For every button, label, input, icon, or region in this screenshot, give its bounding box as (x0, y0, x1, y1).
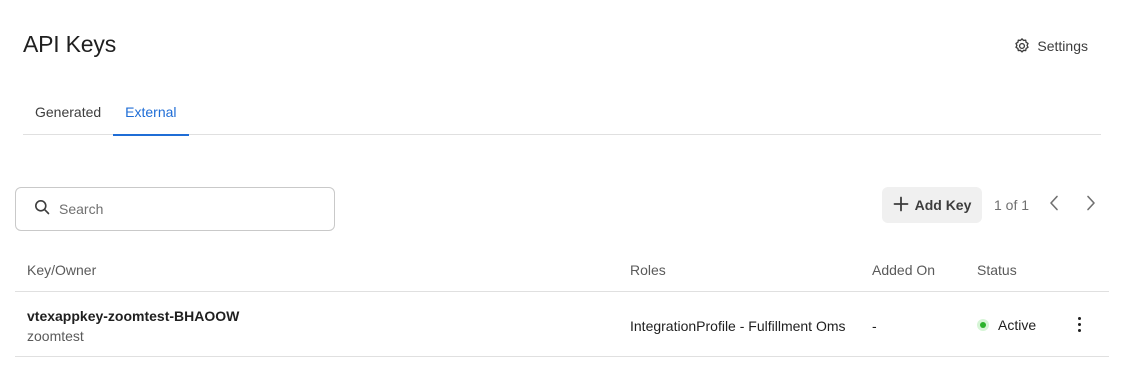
column-header-roles[interactable]: Roles (630, 262, 666, 278)
api-keys-page: API Keys Settings Generated External Sea… (0, 0, 1128, 374)
kebab-dot-icon (1077, 322, 1081, 326)
kebab-dot-icon (1077, 316, 1081, 320)
table-header: Key/Owner Roles Added On Status (15, 248, 1109, 292)
key-owner: zoomtest (27, 328, 84, 344)
search-input[interactable] (59, 201, 299, 217)
status-badge: Active (977, 317, 1036, 333)
chevron-right-icon (1086, 195, 1096, 216)
gear-icon (1013, 37, 1031, 55)
tab-bar: Generated External (23, 94, 1101, 136)
settings-label: Settings (1037, 38, 1088, 54)
column-header-added-on[interactable]: Added On (872, 262, 935, 278)
add-key-button[interactable]: Add Key (882, 187, 982, 223)
tab-generated[interactable]: Generated (23, 94, 113, 135)
api-keys-table: Key/Owner Roles Added On Status vtexappk… (15, 248, 1109, 357)
row-actions-menu-button[interactable] (1069, 314, 1089, 334)
key-name: vtexappkey-zoomtest-BHAOOW (27, 308, 240, 324)
page-title: API Keys (23, 31, 116, 57)
previous-page-button[interactable] (1045, 195, 1063, 216)
table-row[interactable]: vtexappkey-zoomtest-BHAOOW zoomtest Inte… (15, 292, 1109, 357)
kebab-dot-icon (1077, 328, 1081, 332)
key-added-on: - (872, 318, 877, 334)
search-field[interactable] (15, 187, 335, 231)
add-key-label: Add Key (914, 197, 972, 213)
status-dot-icon (977, 319, 989, 331)
settings-button[interactable]: Settings (1013, 35, 1088, 57)
chevron-left-icon (1049, 195, 1059, 216)
pagination-label: 1 of 1 (994, 197, 1030, 213)
plus-icon (893, 196, 909, 215)
tab-external[interactable]: External (113, 94, 189, 136)
key-roles: IntegrationProfile - Fulfillment Oms (630, 318, 846, 334)
status-label: Active (998, 317, 1037, 333)
column-header-status[interactable]: Status (977, 262, 1017, 278)
column-header-key-owner[interactable]: Key/Owner (27, 262, 96, 278)
search-icon (34, 199, 50, 220)
next-page-button[interactable] (1082, 195, 1100, 216)
